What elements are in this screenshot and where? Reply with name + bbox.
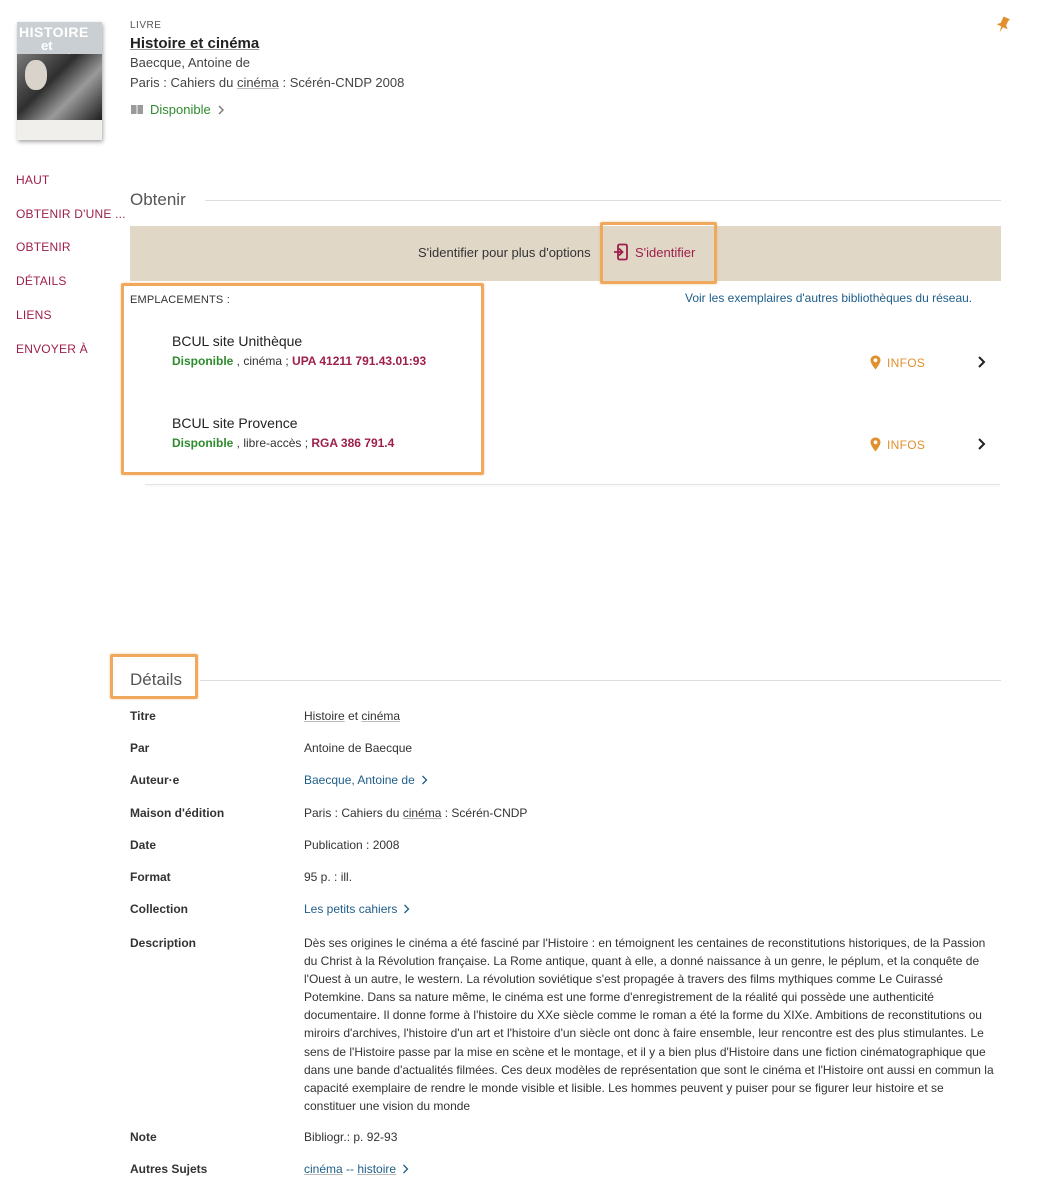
detail-value-publisher: Paris : Cahiers du cinéma : Scérén-CNDP [304, 806, 527, 820]
chevron-right-icon [404, 904, 410, 914]
detail-value-title: Histoire et cinéma [304, 709, 400, 723]
pin-icon[interactable] [996, 16, 1010, 34]
availability-link[interactable]: Disponible [130, 102, 225, 117]
chevron-right-icon [403, 1164, 409, 1174]
login-prompt: S'identifier pour plus d'options [418, 245, 591, 260]
detail-label-collection: Collection [130, 902, 189, 916]
title-link-cinema[interactable]: cinéma [361, 709, 400, 723]
nav-item-envoyer[interactable]: ENVOYER À [16, 342, 88, 356]
location-collection: , libre-accès ; [233, 436, 312, 450]
pub-part2-link[interactable]: cinéma [237, 75, 279, 90]
detail-value-author-link[interactable]: Baecque, Antoine de [304, 773, 428, 787]
subject-link-cinema[interactable]: cinéma [304, 1162, 343, 1176]
chevron-right-icon [218, 105, 224, 114]
record-title[interactable]: Histoire et cinéma [130, 35, 259, 52]
detail-value-collection-link[interactable]: Les petits cahiers [304, 902, 410, 916]
detail-label-description: Description [130, 936, 197, 950]
map-marker-icon [870, 437, 881, 452]
chevron-right-icon[interactable] [975, 355, 989, 369]
login-button[interactable]: S'identifier [613, 243, 695, 261]
location-name[interactable]: BCUL site Unithèque [172, 333, 302, 349]
location-detail: Disponible , libre-accès ; RGA 386 791.4 [172, 436, 394, 450]
nav-item-details[interactable]: DÉTAILS [16, 274, 67, 288]
chevron-right-icon [421, 775, 428, 785]
locations-bottom-rule [145, 484, 1000, 485]
detail-value-subjects[interactable]: cinéma -- histoire [304, 1162, 409, 1176]
infos-label: INFOS [887, 437, 926, 452]
detail-value-date: Publication : 2008 [304, 838, 400, 852]
collection-link-label: Les petits cahiers [304, 902, 398, 916]
title-mid: et [344, 709, 362, 723]
detail-label-date: Date [130, 838, 157, 852]
location-detail: Disponible , cinéma ; UPA 41211 791.43.0… [172, 354, 426, 368]
record-publication: Paris : Cahiers du cinéma : Scérén-CNDP … [130, 75, 404, 90]
record-author: Baecque, Antoine de [130, 55, 250, 70]
location-status: Disponible [172, 354, 234, 368]
subjects-text: cinéma -- histoire [304, 1162, 396, 1176]
availability-label: Disponible [150, 102, 211, 117]
location-call-number: UPA 41211 791.43.01:93 [292, 354, 427, 368]
details-section-title: Détails [130, 670, 182, 689]
book-cover-thumbnail[interactable]: HISTOIRE et CINÉMA [17, 22, 102, 140]
detail-label-by: Par [130, 741, 150, 755]
sign-in-icon [614, 243, 628, 261]
author-link-label: Baecque, Antoine de [304, 773, 415, 787]
detail-value-description: Dès ses origines le cinéma a été fasciné… [304, 936, 994, 1113]
details-section-rule [200, 680, 1001, 681]
detail-label-format: Format [130, 870, 171, 884]
detail-label-subjects: Autres Sujets [130, 1162, 208, 1176]
location-collection: , cinéma ; [233, 354, 293, 368]
location-status: Disponible [172, 436, 234, 450]
login-button-label: S'identifier [635, 244, 696, 260]
nav-item-obtenir-une[interactable]: OBTENIR D'UNE ... [16, 207, 126, 221]
infos-label: INFOS [887, 355, 926, 370]
location-call-number: RGA 386 791.4 [311, 436, 395, 450]
chevron-right-icon[interactable] [975, 437, 989, 451]
title-link-histoire[interactable]: Histoire [304, 709, 345, 723]
cover-bottom-band [17, 120, 102, 140]
detail-label-publisher: Maison d'édition [130, 806, 225, 820]
subject-link-histoire[interactable]: histoire [357, 1162, 396, 1176]
detail-value-format: 95 p. : ill. [304, 870, 353, 884]
detail-label-author: Auteur·e [130, 773, 180, 787]
detail-value-by: Antoine de Baecque [304, 741, 413, 755]
publisher-part3: : Scérén-CNDP [441, 806, 528, 820]
pub-part3: : Scérén-CNDP 2008 [278, 75, 405, 90]
location-name[interactable]: BCUL site Provence [172, 415, 298, 431]
publisher-part1: Paris : Cahiers du [304, 806, 403, 820]
cover-face [25, 60, 47, 90]
record-type-label: LIVRE [130, 20, 162, 31]
publisher-link-cinema[interactable]: cinéma [403, 806, 442, 820]
pub-part1: Paris : Cahiers du [130, 75, 237, 90]
detail-label-title: Titre [130, 709, 156, 723]
other-libraries-link[interactable]: Voir les exemplaires d'autres bibliothèq… [685, 291, 972, 305]
location-infos-button[interactable]: INFOS [870, 437, 925, 452]
nav-item-liens[interactable]: LIENS [16, 308, 52, 322]
obtain-section-rule [205, 200, 1001, 201]
detail-value-note: Bibliogr.: p. 92-93 [304, 1130, 398, 1144]
nav-item-haut[interactable]: HAUT [16, 173, 49, 187]
subject-separator: -- [342, 1162, 358, 1176]
location-infos-button[interactable]: INFOS [870, 355, 925, 370]
nav-item-obtenir[interactable]: OBTENIR [16, 240, 71, 254]
obtain-section-title: Obtenir [130, 190, 186, 209]
detail-label-note: Note [130, 1130, 157, 1144]
map-marker-icon [870, 355, 881, 370]
book-icon [131, 105, 143, 114]
